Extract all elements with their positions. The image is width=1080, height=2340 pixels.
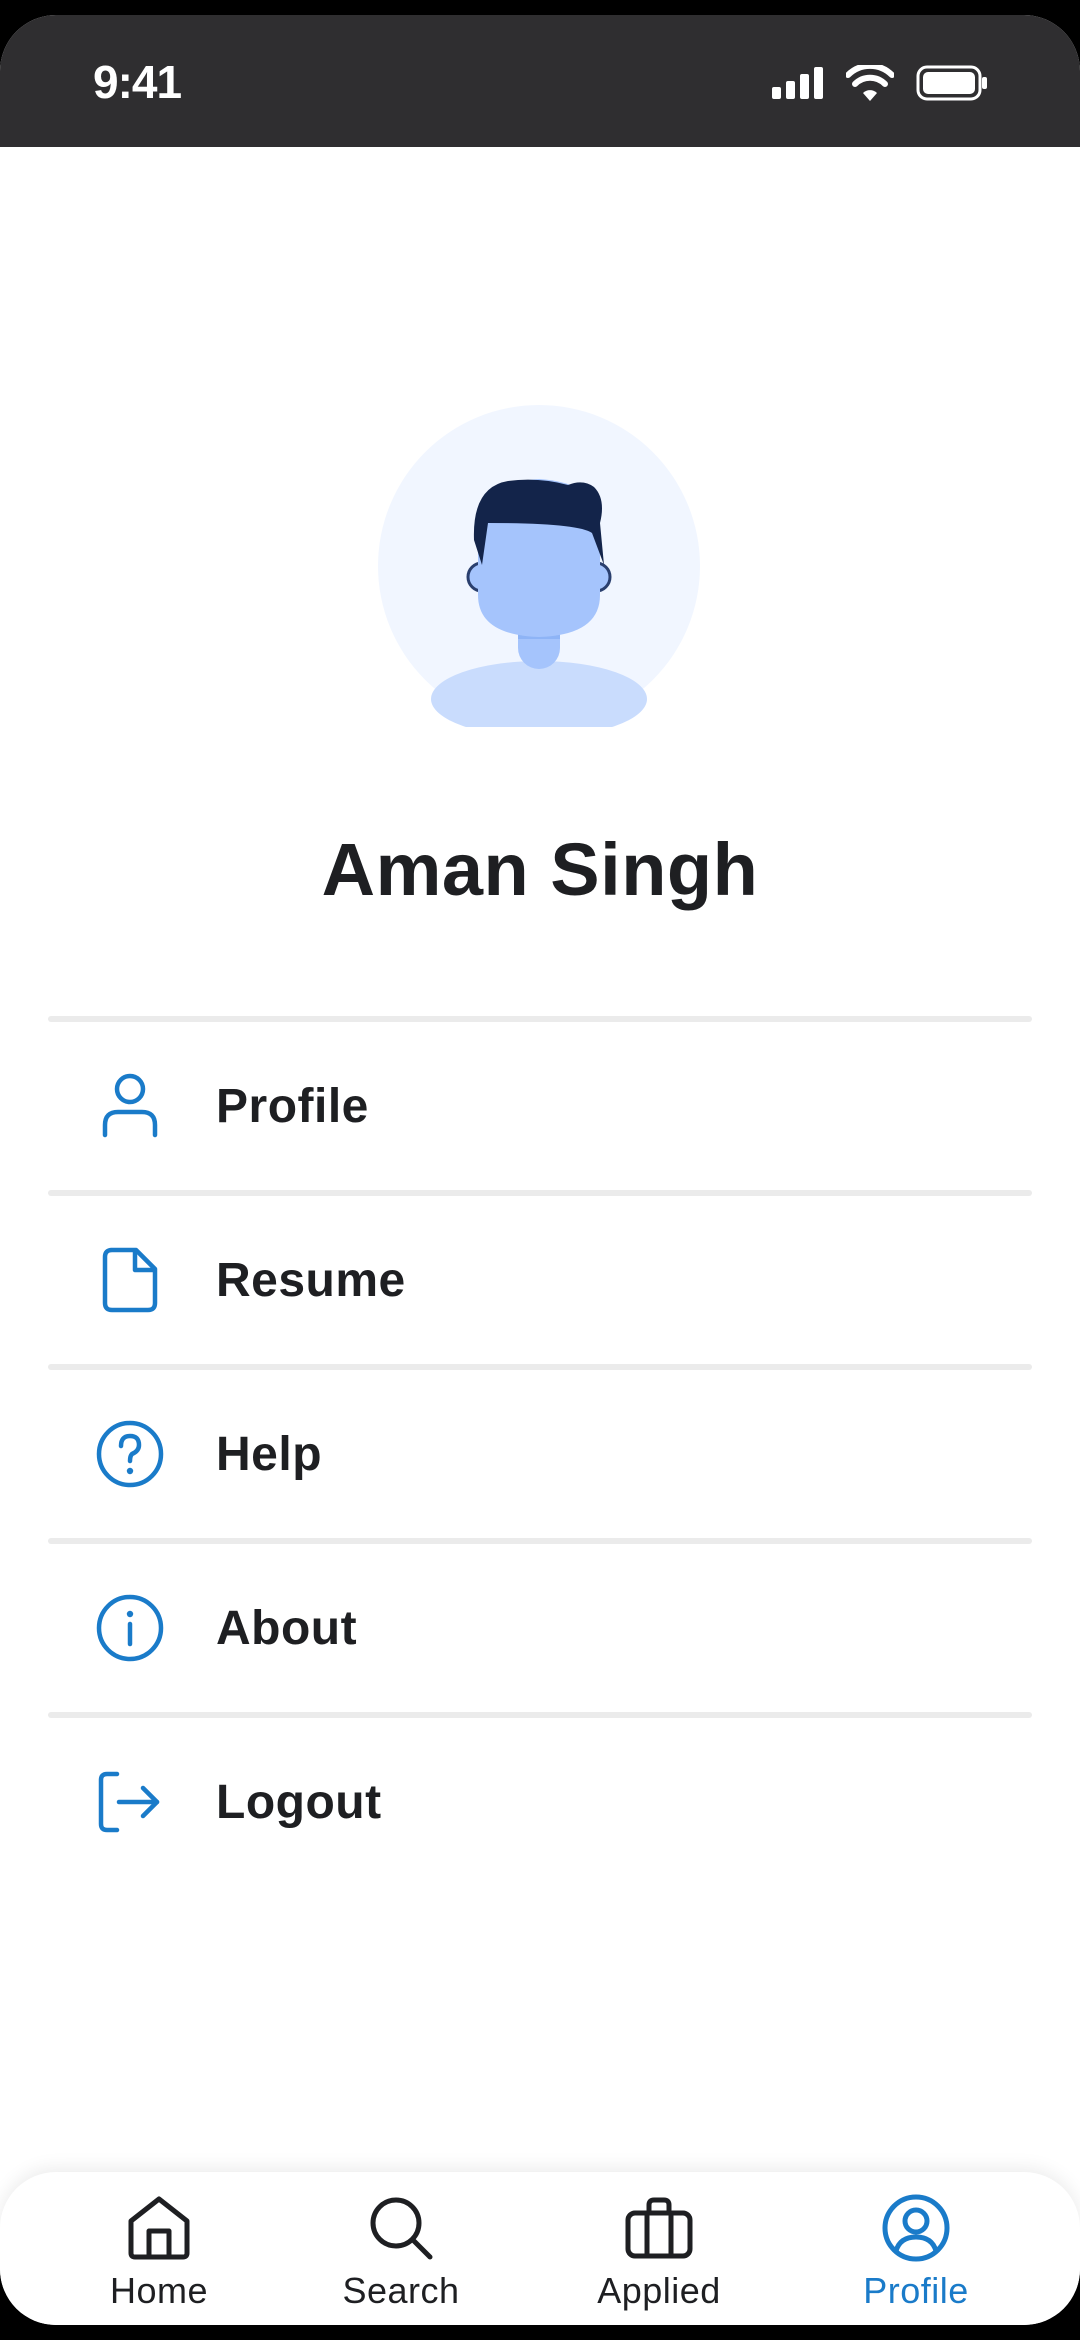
menu-item-profile[interactable]: Profile: [48, 1022, 1032, 1190]
nav-item-label: Search: [342, 2270, 460, 2311]
logout-icon: [96, 1768, 164, 1836]
user-circle-icon: [880, 2192, 952, 2264]
briefcase-icon: [623, 2192, 695, 2264]
nav-item-profile[interactable]: Profile: [848, 2172, 984, 2325]
menu-item-label: Profile: [216, 1079, 369, 1133]
status-icons: [772, 63, 988, 103]
home-icon: [123, 2192, 195, 2264]
cellular-signal-icon: [772, 67, 823, 99]
bottom-nav: Home Search Applied Profile: [0, 2172, 1080, 2325]
search-icon: [365, 2192, 437, 2264]
user-name: Aman Singh: [321, 828, 759, 911]
nav-item-home[interactable]: Home: [94, 2172, 224, 2325]
nav-item-label: Home: [109, 2270, 209, 2311]
menu-item-label: Help: [216, 1427, 323, 1481]
status-bar: 9:41: [0, 15, 1080, 147]
nav-item-label: Profile: [863, 2270, 969, 2311]
nav-item-label: Applied: [597, 2270, 721, 2311]
document-icon: [96, 1246, 164, 1314]
menu-item-label: Logout: [216, 1775, 382, 1829]
user-icon: [96, 1072, 164, 1140]
menu-item-logout[interactable]: Logout: [48, 1718, 1032, 1886]
profile-menu: Profile Resume Help About Logout: [48, 1016, 1032, 1886]
avatar: [378, 405, 700, 727]
phone-screen: 9:41 Aman Singh Profile Resume Help Abou…: [0, 15, 1080, 2325]
menu-item-about[interactable]: About: [48, 1544, 1032, 1712]
nav-item-search[interactable]: Search: [331, 2172, 471, 2325]
menu-item-resume[interactable]: Resume: [48, 1196, 1032, 1364]
battery-icon: [916, 65, 987, 101]
wifi-icon: [846, 65, 894, 101]
menu-item-help[interactable]: Help: [48, 1370, 1032, 1538]
info-circle-icon: [96, 1594, 164, 1662]
nav-item-applied[interactable]: Applied: [584, 2172, 734, 2325]
menu-item-label: Resume: [216, 1253, 406, 1307]
status-time: 9:41: [93, 56, 182, 108]
menu-item-label: About: [216, 1601, 358, 1655]
help-circle-icon: [96, 1420, 164, 1488]
